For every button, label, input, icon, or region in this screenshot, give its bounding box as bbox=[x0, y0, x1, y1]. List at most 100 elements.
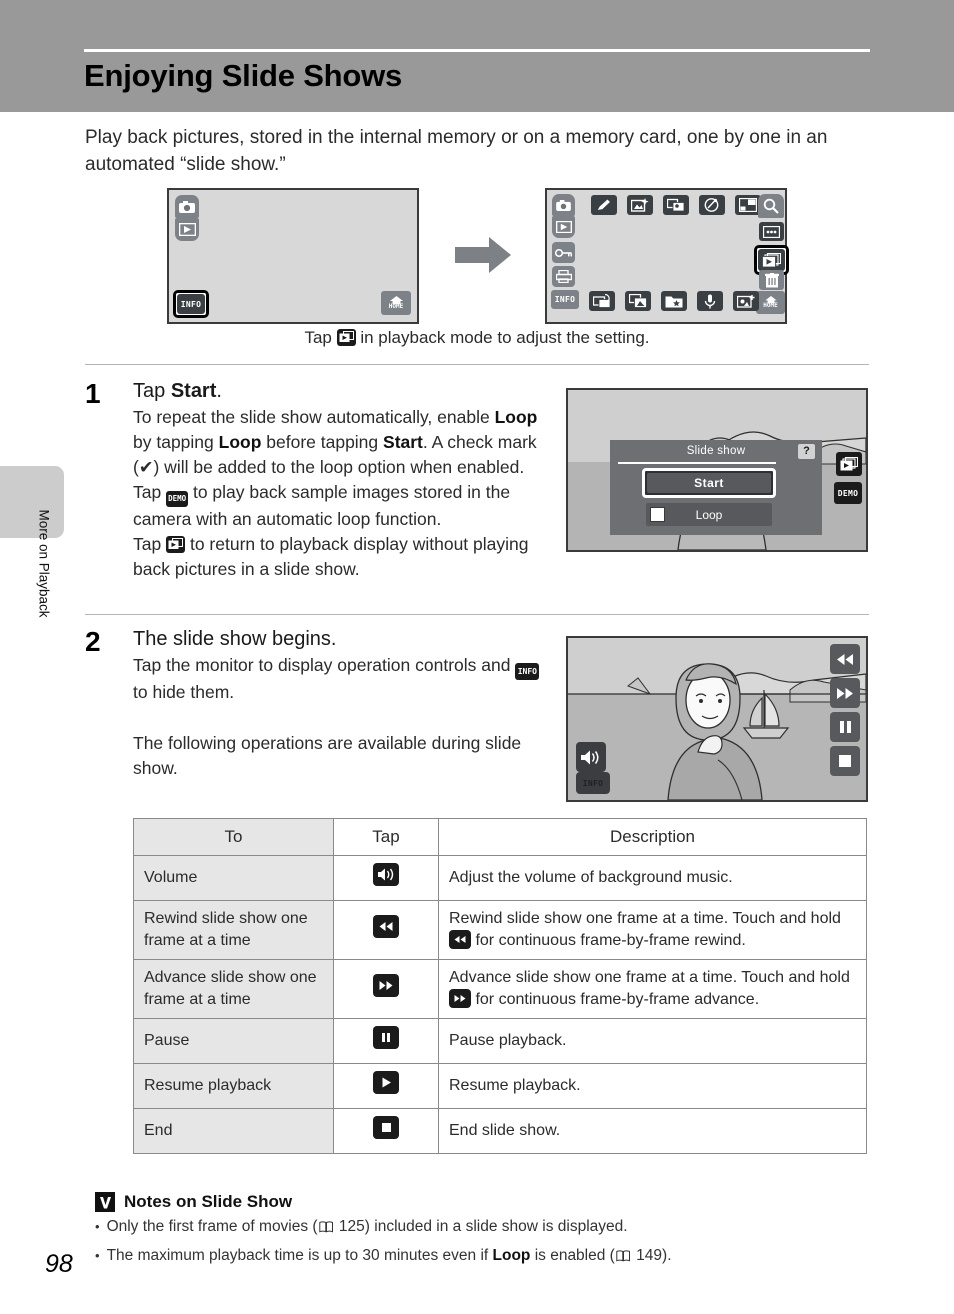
pause-icon bbox=[373, 1026, 399, 1049]
row-description-before: Advance slide show one frame at a time. … bbox=[449, 969, 850, 986]
rewind-button[interactable] bbox=[830, 644, 860, 674]
thumbnail-icon[interactable] bbox=[759, 222, 784, 241]
slide-show-dialog: Slide show ? Start Loop bbox=[610, 440, 822, 535]
playback-mode-icon[interactable] bbox=[175, 218, 199, 241]
info-button-label: INFO bbox=[180, 299, 202, 309]
bullet-icon: • bbox=[95, 1219, 100, 1234]
row-description: Adjust the volume of background music. bbox=[438, 855, 867, 901]
stop-icon bbox=[373, 1116, 399, 1139]
row-description: End slide show. bbox=[438, 1108, 867, 1154]
info-button-label: INFO bbox=[554, 295, 576, 304]
row-label: Volume bbox=[133, 855, 334, 901]
home-button-label: HOME bbox=[388, 303, 404, 310]
note-item: • Only the first frame of movies ( 125) … bbox=[95, 1215, 875, 1241]
paint-icon[interactable] bbox=[699, 195, 725, 215]
section-tab-block bbox=[0, 466, 64, 538]
protect-icon[interactable] bbox=[552, 242, 575, 263]
copy-icon[interactable] bbox=[625, 291, 651, 311]
row-description-after: for continuous frame-by-frame rewind. bbox=[475, 932, 746, 949]
notes-title: Notes on Slide Show bbox=[124, 1192, 293, 1211]
home-button-icon[interactable]: HOME bbox=[756, 291, 785, 314]
note-page-ref[interactable]: 149 bbox=[636, 1247, 662, 1264]
advance-icon bbox=[449, 989, 471, 1008]
print-order-icon[interactable] bbox=[552, 266, 575, 287]
loop-checkbox[interactable] bbox=[650, 507, 665, 522]
note-term-loop: Loop bbox=[492, 1247, 531, 1264]
table-header-row: To Tap Description bbox=[133, 818, 867, 856]
rotate-image-icon[interactable] bbox=[589, 291, 615, 311]
step-1-term-loop-2: Loop bbox=[218, 432, 262, 452]
demo-icon: DEMO bbox=[166, 491, 189, 507]
note-page-ref[interactable]: 125 bbox=[339, 1218, 365, 1235]
playback-mode-icon[interactable] bbox=[552, 216, 575, 238]
row-tap-cell bbox=[333, 1108, 439, 1154]
advance-button[interactable] bbox=[830, 678, 860, 708]
playback-screen-mock: INFO HOME bbox=[167, 188, 419, 324]
row-tap-cell bbox=[333, 1018, 439, 1064]
favorites-icon[interactable] bbox=[661, 291, 687, 311]
start-button-label: Start bbox=[647, 473, 771, 493]
slide-show-icon bbox=[166, 536, 186, 553]
camera-mode-icon[interactable] bbox=[552, 194, 575, 216]
rewind-icon bbox=[449, 930, 471, 949]
header-rule bbox=[84, 49, 870, 52]
info-button[interactable]: INFO bbox=[576, 772, 610, 794]
home-button-icon[interactable]: HOME bbox=[381, 291, 411, 315]
help-button[interactable]: ? bbox=[798, 444, 815, 459]
step-1-line-f: to play back sample images stored in the… bbox=[133, 482, 511, 529]
dialog-rule bbox=[618, 462, 776, 464]
step-2-line-b: to hide them. bbox=[133, 682, 235, 702]
skin-softening-icon[interactable] bbox=[663, 195, 689, 215]
advance-icon bbox=[373, 974, 399, 997]
slide-show-dialog-screenshot: Slide show ? Start Loop DEMO bbox=[566, 388, 868, 552]
row-label: Advance slide show one frame at a time bbox=[133, 959, 334, 1019]
start-button[interactable]: Start bbox=[642, 468, 776, 498]
page-title: Enjoying Slide Shows bbox=[84, 58, 403, 93]
loop-option[interactable]: Loop bbox=[646, 503, 772, 526]
slide-show-icon[interactable] bbox=[836, 452, 862, 476]
row-description-after: for continuous frame-by-frame advance. bbox=[475, 991, 760, 1008]
step-1-line-c: before tapping bbox=[261, 432, 384, 452]
note-text-before: The maximum playback time is up to 30 mi… bbox=[106, 1247, 493, 1264]
info-button-icon[interactable]: INFO bbox=[551, 290, 579, 309]
table-row: Advance slide show one frame at a time A… bbox=[133, 959, 867, 1019]
note-text: The maximum playback time is up to 30 mi… bbox=[107, 1244, 672, 1270]
info-button-label: INFO bbox=[582, 778, 604, 788]
step-1-line-e: Tap bbox=[133, 482, 162, 502]
table-header-tap: Tap bbox=[333, 818, 439, 856]
row-tap-cell bbox=[333, 900, 439, 960]
table-row: End End slide show. bbox=[133, 1108, 867, 1154]
row-tap-cell bbox=[333, 959, 439, 1019]
info-button-selected[interactable]: INFO bbox=[173, 290, 209, 318]
step-1-line-g: Tap bbox=[133, 534, 162, 554]
volume-icon bbox=[373, 863, 399, 886]
row-label: End bbox=[133, 1108, 334, 1154]
note-item: • The maximum playback time is up to 30 … bbox=[95, 1244, 875, 1270]
demo-icon[interactable]: DEMO bbox=[834, 482, 862, 504]
row-description: Rewind slide show one frame at a time. T… bbox=[438, 900, 867, 960]
delete-icon[interactable] bbox=[759, 270, 784, 290]
add-frame-icon[interactable] bbox=[733, 291, 759, 311]
page-number: 98 bbox=[45, 1250, 73, 1278]
d-lighting-icon[interactable] bbox=[627, 195, 653, 215]
notes-title-row: Notes on Slide Show bbox=[95, 1192, 875, 1212]
quick-retouch-icon[interactable] bbox=[591, 195, 617, 215]
slide-show-playback-screenshot: INFO bbox=[566, 636, 868, 802]
camera-mode-icon[interactable] bbox=[175, 195, 199, 218]
pause-button[interactable] bbox=[830, 712, 860, 742]
intro-paragraph: Play back pictures, stored in the intern… bbox=[85, 127, 828, 175]
zoom-icon[interactable] bbox=[758, 194, 784, 218]
note-text-middle: is enabled ( bbox=[530, 1247, 615, 1264]
volume-button[interactable] bbox=[576, 742, 606, 772]
row-tap-cell bbox=[333, 855, 439, 901]
row-label: Rewind slide show one frame at a time bbox=[133, 900, 334, 960]
divider-above-step1 bbox=[85, 364, 869, 365]
note-text-before: Only the first frame of movies ( bbox=[106, 1218, 318, 1235]
voice-memo-icon[interactable] bbox=[697, 291, 723, 311]
divider-above-step2 bbox=[85, 614, 869, 615]
note-text-after: ) included in a slide show is displayed. bbox=[364, 1218, 628, 1235]
rewind-icon bbox=[373, 915, 399, 938]
operations-table: To Tap Description Volume Adjust the vol… bbox=[133, 818, 867, 1154]
step-2-line-c: The following operations are available d… bbox=[133, 733, 522, 778]
stop-button[interactable] bbox=[830, 746, 860, 776]
